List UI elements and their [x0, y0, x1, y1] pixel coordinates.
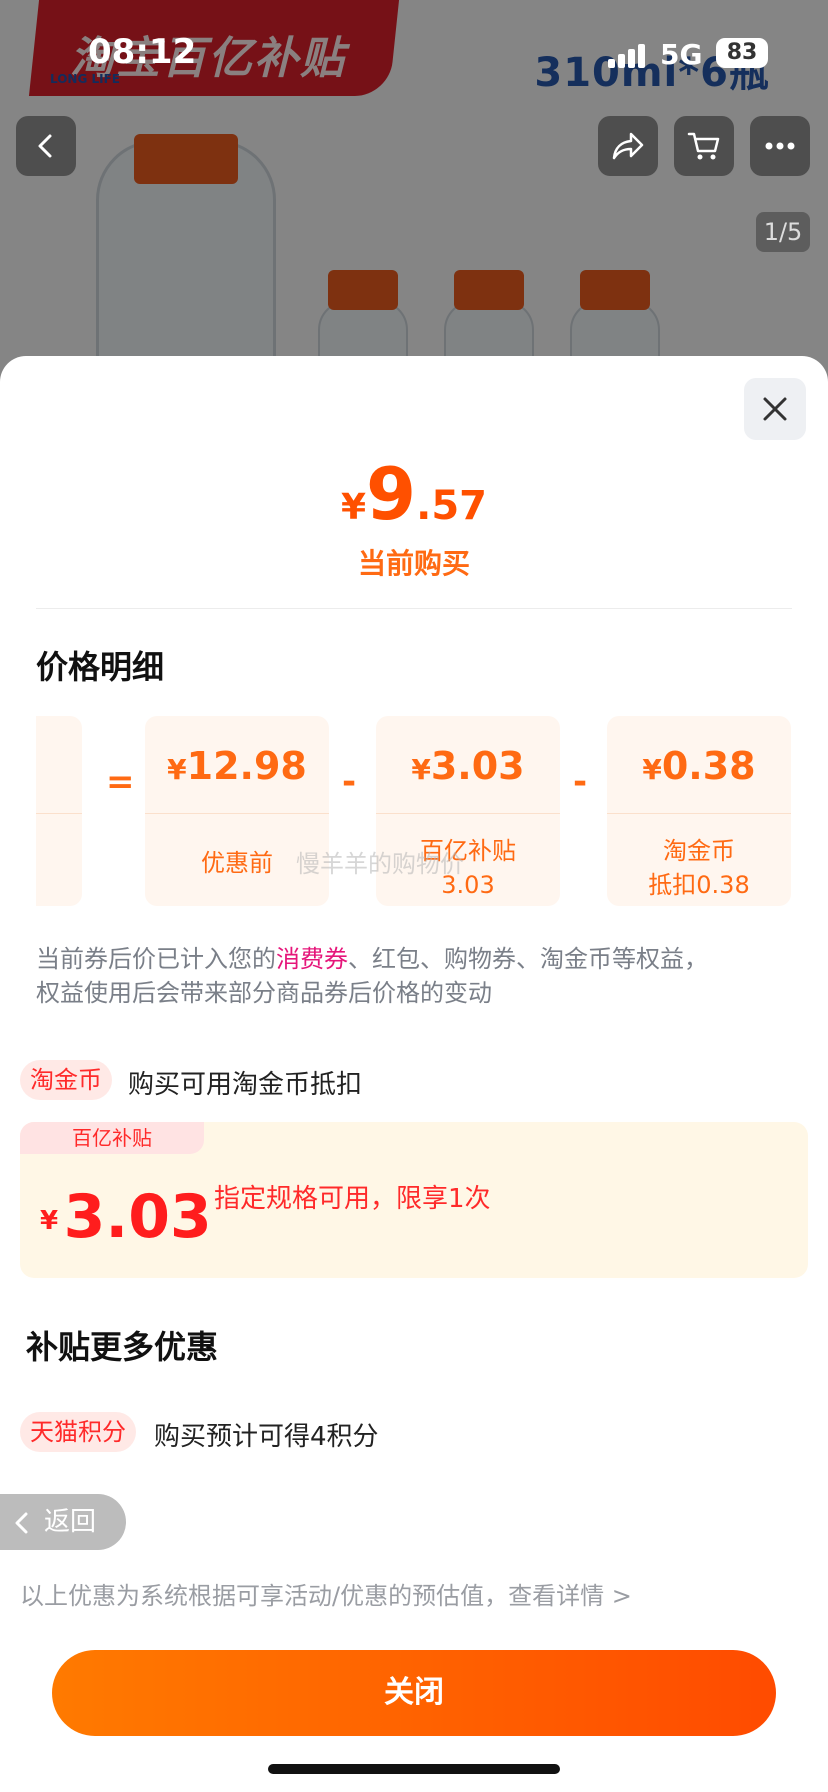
floating-back-button[interactable]: 返回: [0, 1494, 126, 1550]
price-currency: ¥: [340, 487, 367, 528]
current-price: ¥9.57: [0, 452, 828, 536]
more-button[interactable]: [750, 116, 810, 176]
battery-icon: 83: [716, 38, 768, 68]
status-time: 08:12: [88, 32, 197, 72]
back-label: 返回: [44, 1507, 97, 1537]
watermark: 慢羊羊的购物价: [296, 850, 464, 878]
tmall-points-text: 购买预计可得4积分: [154, 1422, 379, 1452]
price-note: 当前券后价已计入您的消费券、红包、购物券、淘金币等权益， 权益使用后会带来部分商…: [36, 945, 708, 1007]
breakdown-card-taojinbi: ¥0.38 淘金币 抵扣0.38: [607, 716, 791, 906]
divider: [36, 608, 792, 609]
price-detail-title: 价格明细: [36, 648, 165, 686]
image-pager: 1/5: [756, 212, 810, 252]
price-label: 当前购买: [357, 547, 470, 580]
more-icon: [765, 142, 795, 150]
cart-button[interactable]: [674, 116, 734, 176]
minus-operator: -: [573, 762, 588, 802]
sheet-close-button[interactable]: [744, 378, 806, 440]
screen: { "status_bar": { "time": "08:12", "netw…: [0, 0, 828, 1792]
minus-operator: -: [342, 762, 357, 802]
view-details-link[interactable]: 以上优惠为系统根据可享活动/优惠的预估值，查看详情 >: [20, 1576, 632, 1611]
subsidy-description: 指定规格可用，限享1次: [214, 1184, 491, 1214]
share-icon: [612, 132, 644, 160]
consumer-coupon-link[interactable]: 消费券: [276, 945, 348, 973]
breakdown-card-current: 7 买: [36, 716, 82, 906]
price-decimal: .57: [416, 483, 488, 529]
equals-operator: =: [106, 762, 135, 802]
taojinbi-text: 购买可用淘金币抵扣: [128, 1070, 363, 1100]
price-detail-sheet: ¥9.57 当前购买 价格明细 7 买 = ¥12.98 优惠前 - ¥3.03…: [0, 356, 828, 1792]
subsidy-tag: 百亿补贴: [20, 1122, 204, 1154]
taojinbi-tag: 淘金币: [20, 1060, 112, 1100]
breakdown-amount: ¥3.03: [411, 744, 525, 788]
subsidy-amount: ¥ 3.03: [40, 1182, 212, 1252]
signal-icon: [608, 42, 648, 68]
breakdown-amount: ¥0.38: [642, 744, 756, 788]
close-button[interactable]: 关闭: [52, 1650, 776, 1736]
back-arrow-icon: [38, 134, 52, 158]
price-integer: 9: [366, 452, 417, 536]
more-benefits-title: 补贴更多优惠: [26, 1328, 219, 1366]
home-indicator: [268, 1764, 560, 1774]
close-icon: [763, 397, 787, 421]
cart-icon: [687, 132, 720, 160]
tmall-points-tag: 天猫积分: [20, 1412, 136, 1452]
chevron-left-icon: [15, 1512, 28, 1534]
network-type: 5G: [660, 38, 703, 71]
breakdown-amount: 7: [36, 744, 82, 788]
breakdown-label: 淘金币 抵扣0.38: [648, 837, 750, 899]
breakdown-label: 买: [36, 834, 82, 868]
back-button[interactable]: [16, 116, 76, 176]
share-button[interactable]: [598, 116, 658, 176]
breakdown-amount: ¥12.98: [167, 744, 307, 788]
status-bar: 08:12 5G 83: [0, 0, 828, 110]
subsidy-coupon-card: 百亿补贴 ¥ 3.03 指定规格可用，限享1次: [20, 1122, 808, 1278]
